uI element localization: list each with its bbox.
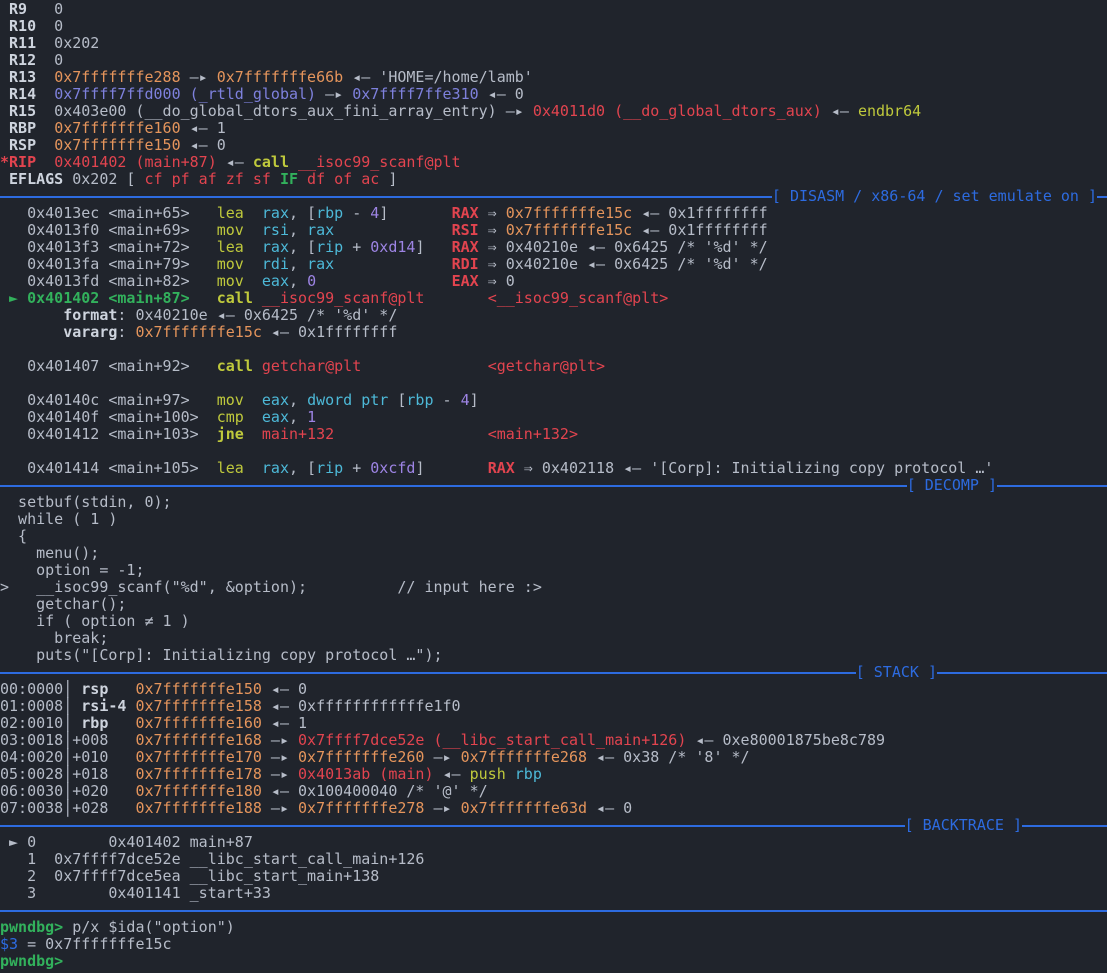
section-rule <box>0 485 907 487</box>
terminal-line <box>0 341 1107 358</box>
section-title-decomp: [ DECOMP ] <box>907 477 997 494</box>
terminal-line: R10 0 <box>0 18 1107 35</box>
terminal-line: getchar(); <box>0 596 1107 613</box>
terminal-line: format: 0x40210e ◂— 0x6425 /* '%d' */ <box>0 307 1107 324</box>
section-header-backtrace: [ BACKTRACE ] <box>0 817 1107 834</box>
terminal-line <box>0 375 1107 392</box>
terminal-line: menu(); <box>0 545 1107 562</box>
terminal-line: $3 = 0x7fffffffe15c <box>0 936 1107 953</box>
terminal-line: ► 0 0x401402 main+87 <box>0 834 1107 851</box>
section-rule <box>0 910 1107 912</box>
terminal-line: 04:0020│+010 0x7fffffffe170 —▸ 0x7ffffff… <box>0 749 1107 766</box>
section-rule <box>997 485 1107 487</box>
section-header-disasm: [ DISASM / x86-64 / set emulate on ] <box>0 188 1107 205</box>
section-prompt: pwndbg> p/x $ida("option")$3 = 0x7ffffff… <box>0 902 1107 970</box>
terminal-line: 06:0030│+020 0x7fffffffe180 ◂— 0x1004000… <box>0 783 1107 800</box>
terminal-line: 0x4013ec <main+65> lea rax, [rbp - 4] RA… <box>0 205 1107 222</box>
terminal-line: 0x401407 <main+92> call getchar@plt <get… <box>0 358 1107 375</box>
section-rule <box>1097 196 1107 198</box>
terminal-line: R13 0x7fffffffe288 —▸ 0x7fffffffe66b ◂— … <box>0 69 1107 86</box>
terminal-line: 1 0x7ffff7dce52e __libc_start_call_main+… <box>0 851 1107 868</box>
section-disasm: [ DISASM / x86-64 / set emulate on ] 0x4… <box>0 188 1107 477</box>
section-title-backtrace: [ BACKTRACE ] <box>905 817 1022 834</box>
terminal-line: 0x4013fd <main+82> mov eax, 0 EAX ⇒ 0 <box>0 273 1107 290</box>
terminal-line: 01:0008│ rsi-4 0x7fffffffe158 ◂— 0xfffff… <box>0 698 1107 715</box>
section-backtrace: [ BACKTRACE ] ► 0 0x401402 main+87 1 0x7… <box>0 817 1107 902</box>
section-rule <box>1022 825 1107 827</box>
terminal-line: 0x4013f0 <main+69> mov rsi, rax RSI ⇒ 0x… <box>0 222 1107 239</box>
terminal-line: EFLAGS 0x202 [ cf pf af zf sf IF df of a… <box>0 171 1107 188</box>
terminal-line: option = -1; <box>0 562 1107 579</box>
terminal-line: { <box>0 528 1107 545</box>
terminal-line: ► 0x401402 <main+87> call __isoc99_scanf… <box>0 290 1107 307</box>
terminal-line: 0x401414 <main+105> lea rax, [rip + 0xcf… <box>0 460 1107 477</box>
section-header-stack: [ STACK ] <box>0 664 1107 681</box>
section-title-disasm: [ DISASM / x86-64 / set emulate on ] <box>772 188 1097 205</box>
section-decomp: [ DECOMP ] setbuf(stdin, 0); while ( 1 )… <box>0 477 1107 664</box>
terminal-line: R9 0 <box>0 1 1107 18</box>
terminal-line: 02:0010│ rbp 0x7fffffffe160 ◂— 1 <box>0 715 1107 732</box>
terminal-line: while ( 1 ) <box>0 511 1107 528</box>
terminal-line: 0x40140f <main+100> cmp eax, 1 <box>0 409 1107 426</box>
terminal-line: RBP 0x7fffffffe160 ◂— 1 <box>0 120 1107 137</box>
terminal-line: 07:0038│+028 0x7fffffffe188 —▸ 0x7ffffff… <box>0 800 1107 817</box>
terminal: R9 0 R10 0 R11 0x202 R12 0 R13 0x7ffffff… <box>0 0 1107 970</box>
section-stack: [ STACK ]00:0000│ rsp 0x7fffffffe150 ◂— … <box>0 664 1107 817</box>
terminal-line: R15 0x403e00 (__do_global_dtors_aux_fini… <box>0 103 1107 120</box>
section-rule <box>937 672 1107 674</box>
section-separator <box>0 902 1107 919</box>
terminal-line: 05:0028│+018 0x7fffffffe178 —▸ 0x4013ab … <box>0 766 1107 783</box>
terminal-line: pwndbg> p/x $ida("option") <box>0 919 1107 936</box>
terminal-line: > __isoc99_scanf("%d", &option); // inpu… <box>0 579 1107 596</box>
terminal-line: if ( option ≠ 1 ) <box>0 613 1107 630</box>
terminal-line: RSP 0x7fffffffe150 ◂— 0 <box>0 137 1107 154</box>
terminal-line: break; <box>0 630 1107 647</box>
terminal-line: 0x4013f3 <main+72> lea rax, [rip + 0xd14… <box>0 239 1107 256</box>
terminal-line: 0x401412 <main+103> jne main+132 <main+1… <box>0 426 1107 443</box>
terminal-line: R14 0x7ffff7ffd000 (_rtld_global) —▸ 0x7… <box>0 86 1107 103</box>
terminal-line: puts("[Corp]: Initializing copy protocol… <box>0 647 1107 664</box>
terminal-line: 2 0x7ffff7dce5ea __libc_start_main+138 <box>0 868 1107 885</box>
section-rule <box>0 825 905 827</box>
terminal-line: *RIP 0x401402 (main+87) ◂— call __isoc99… <box>0 154 1107 171</box>
terminal-line: R12 0 <box>0 52 1107 69</box>
section-header-decomp: [ DECOMP ] <box>0 477 1107 494</box>
section-rule <box>0 196 772 198</box>
terminal-line: 03:0018│+008 0x7fffffffe168 —▸ 0x7ffff7d… <box>0 732 1107 749</box>
command-input-line[interactable]: pwndbg> <box>0 953 1107 970</box>
section-rule <box>0 672 856 674</box>
terminal-line: 3 0x401141 _start+33 <box>0 885 1107 902</box>
terminal-line: 00:0000│ rsp 0x7fffffffe150 ◂— 0 <box>0 681 1107 698</box>
section-title-stack: [ STACK ] <box>856 664 937 681</box>
terminal-line <box>0 443 1107 460</box>
section-registers: R9 0 R10 0 R11 0x202 R12 0 R13 0x7ffffff… <box>0 1 1107 188</box>
terminal-line: setbuf(stdin, 0); <box>0 494 1107 511</box>
terminal-line: 0x4013fa <main+79> mov rdi, rax RDI ⇒ 0x… <box>0 256 1107 273</box>
terminal-line: vararg: 0x7fffffffe15c ◂— 0x1ffffffff <box>0 324 1107 341</box>
terminal-line: 0x40140c <main+97> mov eax, dword ptr [r… <box>0 392 1107 409</box>
terminal-line: R11 0x202 <box>0 35 1107 52</box>
